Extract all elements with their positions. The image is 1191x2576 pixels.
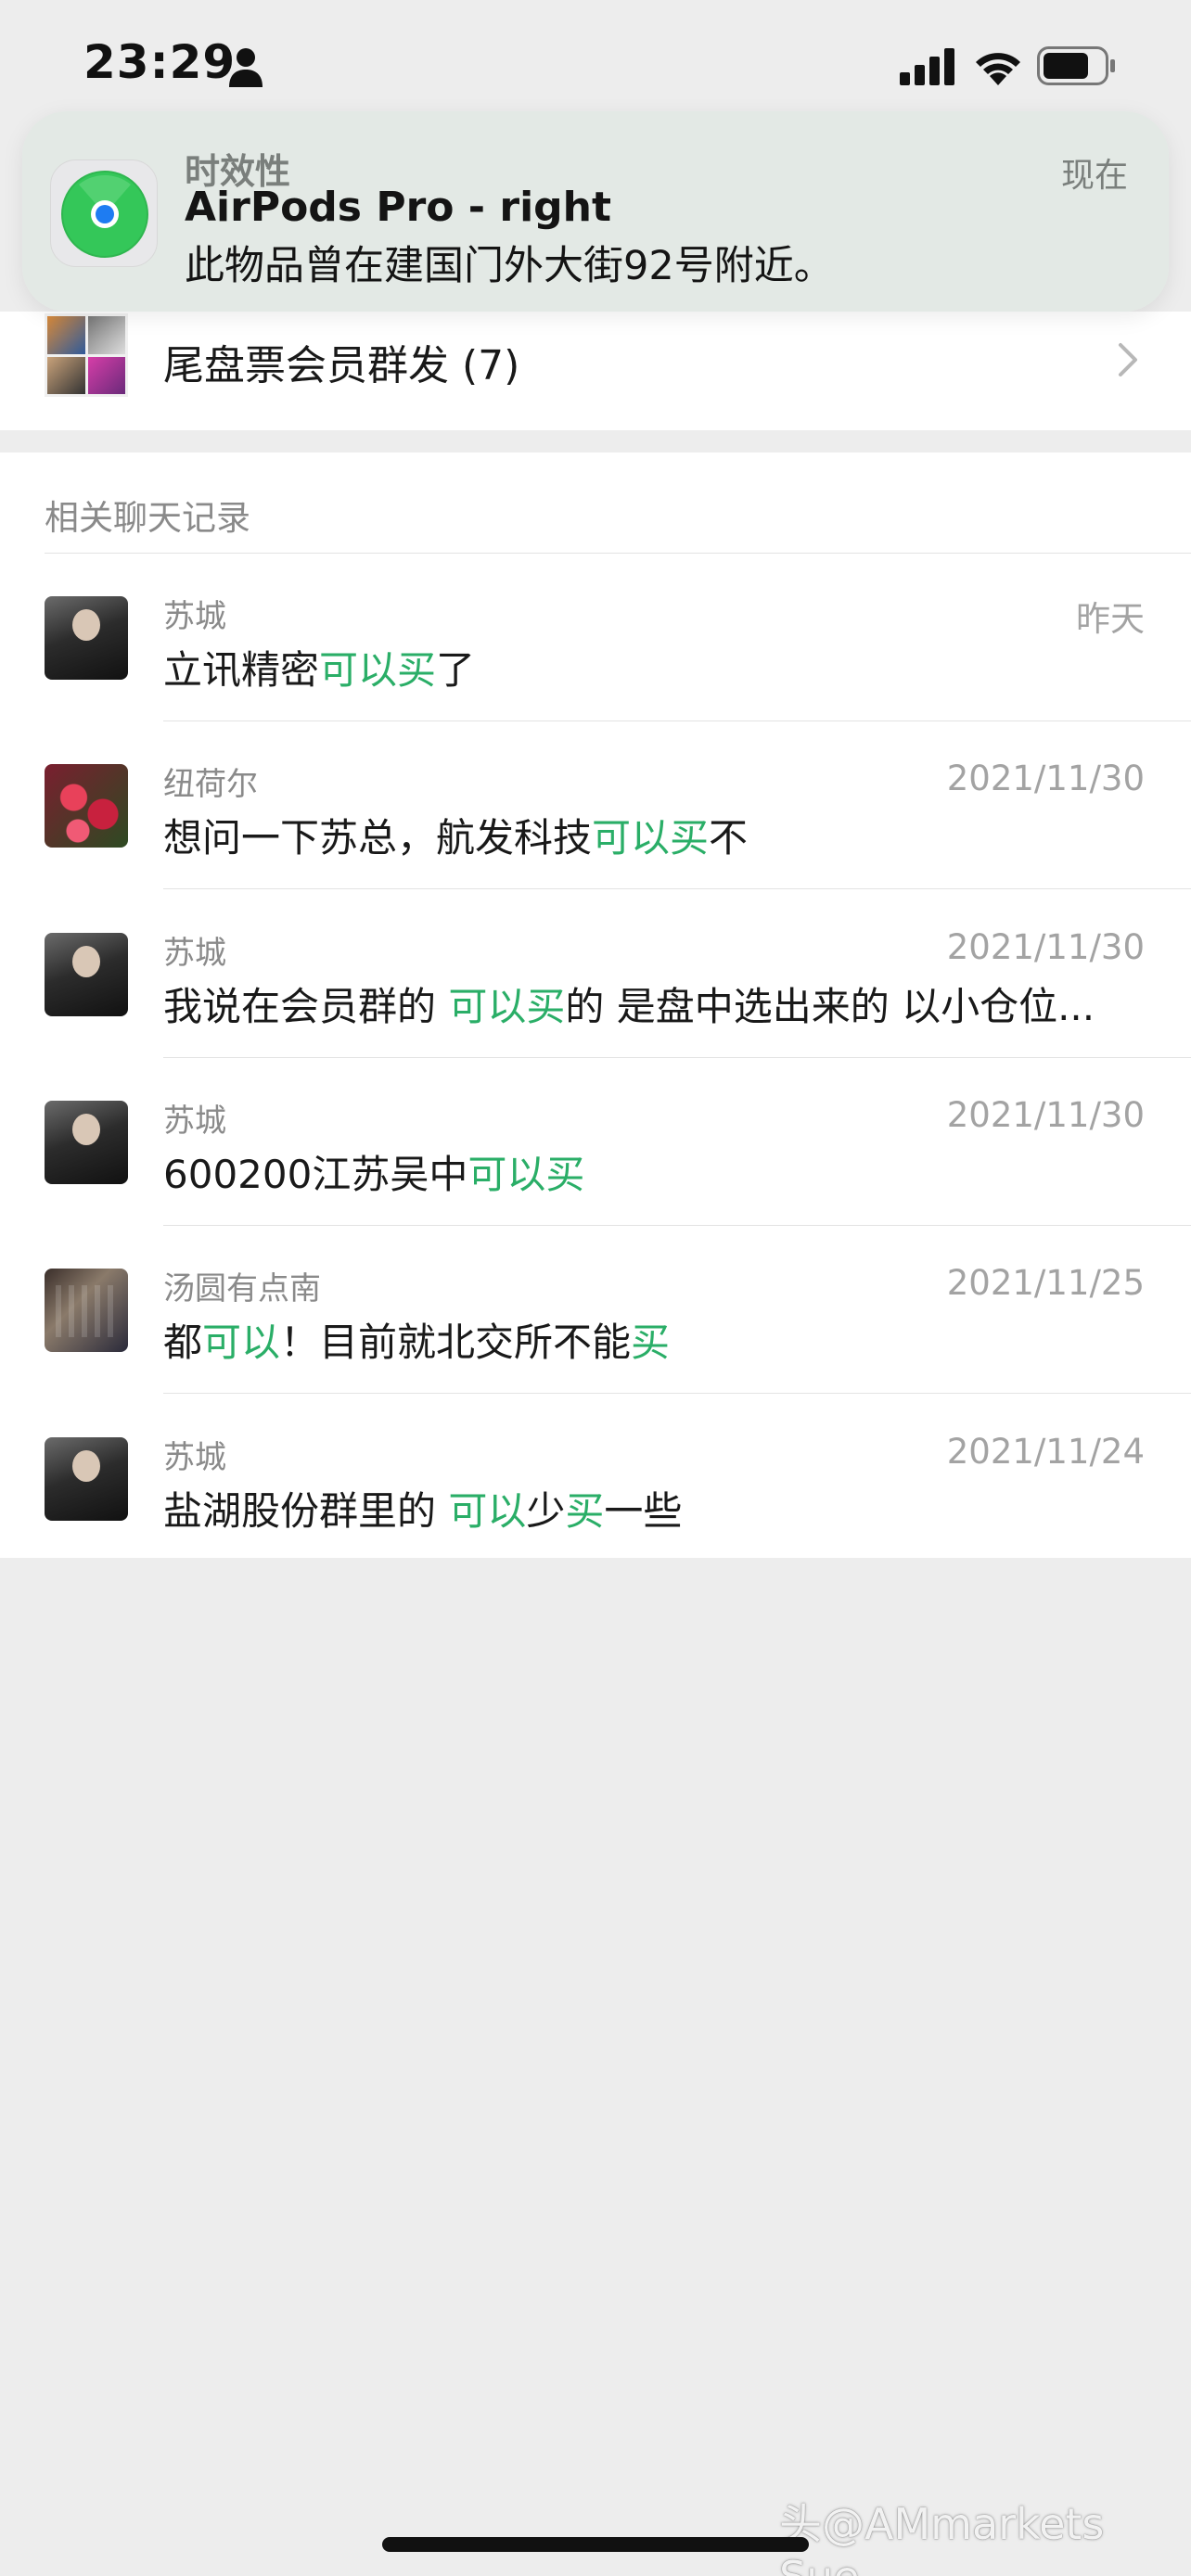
message-segment: 少 — [526, 1487, 566, 1534]
watermark: 头@AMmarkets Sue — [779, 2499, 1105, 2576]
sender-name: 苏城 — [163, 1102, 226, 1140]
avatar — [45, 764, 128, 848]
keyword-highlight: 可以买 — [319, 647, 437, 693]
avatar — [45, 1269, 128, 1353]
chat-record-row[interactable]: 纽荷尔 2021/11/30 想问一下苏总，航发科技可以买不 — [0, 721, 1191, 890]
home-indicator[interactable] — [382, 2537, 809, 2552]
group-name: 尾盘票会员群发 (7) — [163, 342, 520, 389]
notification-title: AirPods Pro - right — [185, 184, 612, 231]
keyword-highlight: 可以买 — [592, 815, 710, 861]
related-chats-section: 相关聊天记录 苏城 昨天 立讯精密可以买了 纽荷尔 2021/11/30 想问一下苏总，航… — [0, 453, 1191, 1558]
message-date: 昨天 — [1076, 599, 1145, 639]
message-date: 2021/11/30 — [946, 926, 1145, 967]
keyword-highlight: 可以买 — [448, 983, 566, 1029]
keyword-highlight: 买 — [565, 1487, 605, 1534]
message-date: 2021/11/30 — [946, 759, 1145, 799]
sender-name: 纽荷尔 — [163, 766, 258, 804]
message-segment: 我说在会员群的 — [163, 983, 449, 1029]
notification-body: 此物品曾在建国门外大街92号附近。 — [185, 243, 834, 289]
section-header: 相关聊天记录 — [45, 498, 250, 538]
message-text: 都可以！目前就北交所不能买 — [163, 1311, 1146, 1368]
chat-record-row[interactable]: 苏城 昨天 立讯精密可以买了 — [0, 554, 1191, 721]
keyword-highlight: 可以 — [202, 1320, 281, 1366]
sender-name: 苏城 — [163, 598, 226, 635]
message-date: 2021/11/24 — [946, 1431, 1145, 1472]
message-text: 600200江苏吴中可以买 — [163, 1143, 1146, 1200]
find-my-icon — [50, 159, 158, 267]
keyword-highlight: 买 — [631, 1320, 671, 1366]
chat-record-row[interactable]: 苏城 2021/11/30 我说在会员群的 可以买的 是盘中选出来的 以小仓位... — [0, 890, 1191, 1058]
screen: 23:29 尾盘票会员群发 (7) 时效性 现在 AirPods Pro - r… — [0, 0, 1191, 2576]
message-segment: 一些 — [604, 1487, 683, 1534]
message-date: 2021/11/30 — [946, 1094, 1145, 1135]
keyword-highlight: 可以买 — [467, 1151, 585, 1197]
message-segment: 想问一下苏总，航发科技 — [163, 815, 593, 861]
avatar — [45, 596, 128, 680]
sender-name: 苏城 — [163, 1438, 226, 1476]
signal-icon — [900, 48, 954, 85]
message-segment: ！目前就北交所不能 — [280, 1320, 632, 1366]
avatar — [45, 932, 128, 1016]
sender-name: 苏城 — [163, 934, 226, 972]
keyword-highlight: 可以 — [448, 1487, 527, 1534]
message-text: 我说在会员群的 可以买的 是盘中选出来的 以小仓位... — [163, 976, 1146, 1032]
chat-record-row[interactable]: 苏城 2021/11/30 600200江苏吴中可以买 — [0, 1058, 1191, 1226]
person-icon — [229, 48, 263, 87]
avatar — [45, 1100, 128, 1184]
message-segment: 600200江苏吴中 — [163, 1151, 468, 1197]
message-segment: 了 — [436, 647, 476, 693]
notification-time: 现在 — [1060, 157, 1128, 195]
chat-record-row[interactable]: 苏城 2021/11/24 盐湖股份群里的 可以少买一些 — [0, 1395, 1191, 1562]
status-time: 23:29 — [83, 35, 237, 89]
message-text: 想问一下苏总，航发科技可以买不 — [163, 807, 1146, 863]
message-segment: 都 — [163, 1320, 203, 1366]
wifi-icon — [976, 53, 1020, 85]
notification-banner[interactable]: 时效性 现在 AirPods Pro - right 此物品曾在建国门外大街92… — [22, 111, 1169, 312]
message-text: 立讯精密可以买了 — [163, 639, 1146, 695]
avatar — [45, 1436, 128, 1521]
message-text: 盐湖股份群里的 可以少买一些 — [163, 1480, 1146, 1537]
chat-record-row[interactable]: 汤圆有点南 2021/11/25 都可以！目前就北交所不能买 — [0, 1226, 1191, 1395]
battery-icon — [1037, 46, 1115, 85]
sender-name: 汤圆有点南 — [163, 1270, 321, 1308]
message-segment: 不 — [709, 815, 749, 861]
status-bar: 23:29 — [0, 0, 1191, 130]
message-segment: 的 是盘中选出来的 以小仓位... — [565, 983, 1095, 1029]
message-segment: 立讯精密 — [163, 647, 320, 693]
message-segment: 盐湖股份群里的 — [163, 1487, 449, 1534]
message-date: 2021/11/25 — [946, 1263, 1145, 1304]
chevron-right-icon — [1119, 343, 1137, 376]
group-avatar — [45, 313, 128, 397]
group-row[interactable]: 尾盘票会员群发 (7) — [0, 312, 1191, 430]
